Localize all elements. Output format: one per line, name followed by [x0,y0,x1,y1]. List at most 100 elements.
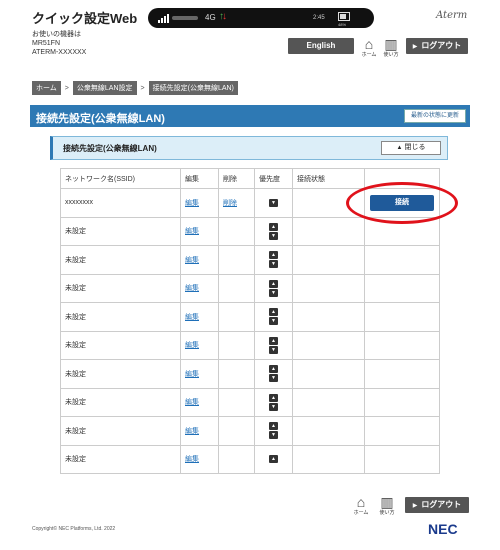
table-row: xxxxxxxx 編集 削除 ▼ 接続 [60,188,440,218]
help-label: 使い方 [383,52,399,58]
carrier-name-masked [172,16,198,20]
arrow-right-icon: ▶ [412,44,418,50]
priority-down-button[interactable]: ▼ [269,231,278,240]
connect-button[interactable]: 接続 [370,194,434,211]
ssid-cell: 未設定 [60,444,181,474]
collapse-label: 閉じる [404,144,426,151]
footer-help-label: 使い方 [379,510,395,516]
table-row: 未設定 編集 ▲ ▼ [60,302,440,332]
section-title: 接続先設定(公衆無線LAN) [63,144,157,153]
edit-link[interactable]: 編集 [185,342,199,349]
clock-text: 2:45 [313,15,325,21]
footer-home-button[interactable]: ⌂ ホーム [350,494,372,517]
header-action [364,168,440,189]
table-row: 未設定 編集 ▲ ▼ [60,273,440,303]
footer-help-button[interactable]: ▥ 使い方 [376,494,398,517]
priority-up-button[interactable]: ▲ [269,308,278,317]
edit-link[interactable]: 編集 [185,285,199,292]
app-title: クイック設定Web [32,11,138,26]
table-row: 未設定 編集 ▲ ▼ [60,387,440,417]
priority-up-button[interactable]: ▲ [269,222,278,231]
breadcrumb-separator: > [64,84,69,92]
header-delete: 削除 [218,168,255,189]
page-title: 接続先設定(公衆無線LAN) [36,113,165,125]
table-row: 未設定 編集 ▲ ▼ [60,330,440,360]
table-row: 未設定 編集 ▲ ▼ [60,416,440,446]
home-label: ホーム [361,52,377,58]
edit-link[interactable]: 編集 [185,257,199,264]
device-status-bar: 4G ↑↓ 2:45 48% [148,8,374,28]
collapse-button[interactable]: ▲ 閉じる [381,141,441,155]
edit-link[interactable]: 編集 [185,371,199,378]
priority-up-button[interactable]: ▲ [269,279,278,288]
breadcrumb: ホーム > 公衆無線LAN設定 > 接続先設定(公衆無線LAN) [32,81,238,95]
ssid-cell: xxxxxxxx [60,188,181,218]
header-edit: 編集 [180,168,219,189]
home-icon: ⌂ [356,494,366,510]
arrow-right-icon: ▶ [412,503,418,509]
priority-up-button[interactable]: ▲ [269,422,278,431]
battery-percent: 48% [338,22,347,27]
table-row: 未設定 編集 ▲ [60,444,440,474]
priority-up-button[interactable]: ▲ [269,336,278,345]
table-header-row: ネットワーク名(SSID) 編集 削除 優先度 接続状態 [60,168,440,189]
priority-down-button[interactable]: ▼ [269,345,278,354]
ssid-cell: 未設定 [60,245,181,275]
device-info: お使いの機器は MR51FN ATERM-XXXXXX [32,30,86,57]
ssid-cell: 未設定 [60,387,181,417]
header-ssid: ネットワーク名(SSID) [60,168,181,189]
edit-link[interactable]: 編集 [185,456,199,463]
home-button[interactable]: ⌂ ホーム [358,36,380,59]
priority-down-button[interactable]: ▼ [269,260,278,269]
priority-up-button[interactable]: ▲ [269,251,278,260]
section-header: 接続先設定(公衆無線LAN) ▲ 閉じる [50,136,448,160]
priority-up-button[interactable]: ▲ [269,365,278,374]
refresh-button[interactable]: 最新の状態に更新 [404,109,466,123]
priority-down-button[interactable]: ▼ [269,374,278,383]
priority-up-button[interactable]: ▲ [269,393,278,402]
priority-up-button[interactable]: ▲ [269,455,278,464]
priority-down-button[interactable]: ▼ [269,431,278,440]
header-status: 接続状態 [292,168,365,189]
table-row: 未設定 編集 ▲ ▼ [60,216,440,246]
header-priority: 優先度 [254,168,293,189]
logout-label: ログアウト [421,41,462,50]
edit-link[interactable]: 編集 [185,200,199,207]
delete-link[interactable]: 削除 [223,200,237,207]
book-icon: ▥ [380,494,394,510]
edit-link[interactable]: 編集 [185,428,199,435]
data-transfer-icon: ↑↓ [219,11,227,22]
edit-link[interactable]: 編集 [185,314,199,321]
network-type: 4G [205,13,216,22]
home-icon: ⌂ [364,36,374,52]
priority-down-button[interactable]: ▼ [269,402,278,411]
ssid-cell: 未設定 [60,302,181,332]
breadcrumb-separator: > [140,84,145,92]
footer-logout-button[interactable]: ▶ ログアウト [405,497,469,513]
ssid-cell: 未設定 [60,359,181,389]
help-button[interactable]: ▥ 使い方 [380,36,402,59]
chevron-up-icon: ▲ [396,145,403,151]
ssid-cell: 未設定 [60,416,181,446]
logout-button[interactable]: ▶ ログアウト [406,38,468,54]
page-title-bar: 接続先設定(公衆無線LAN) 最新の状態に更新 [30,105,470,127]
device-id: ATERM-XXXXXX [32,49,87,56]
copyright-text: Copyright© NEC Platforms, Ltd. 2022 [32,526,116,532]
aterm-logo: Aterm [436,10,468,21]
priority-down-button[interactable]: ▼ [269,317,278,326]
signal-icon [158,13,169,23]
breadcrumb-item-current: 接続先設定(公衆無線LAN) [148,81,238,95]
nec-logo: NEC [428,521,458,537]
priority-down-button[interactable]: ▼ [269,198,278,207]
english-button[interactable]: English [288,38,354,54]
device-model: MR51FN [32,40,61,47]
status-cell [292,188,365,218]
book-icon: ▥ [384,36,398,52]
table-row: 未設定 編集 ▲ ▼ [60,359,440,389]
priority-down-button[interactable]: ▼ [269,288,278,297]
header: クイック設定Web お使いの機器は MR51FN ATERM-XXXXXX 4G… [0,0,500,70]
edit-link[interactable]: 編集 [185,228,199,235]
breadcrumb-item-home[interactable]: ホーム [32,81,61,95]
edit-link[interactable]: 編集 [185,399,199,406]
breadcrumb-item-public-wlan[interactable]: 公衆無線LAN設定 [72,81,137,95]
